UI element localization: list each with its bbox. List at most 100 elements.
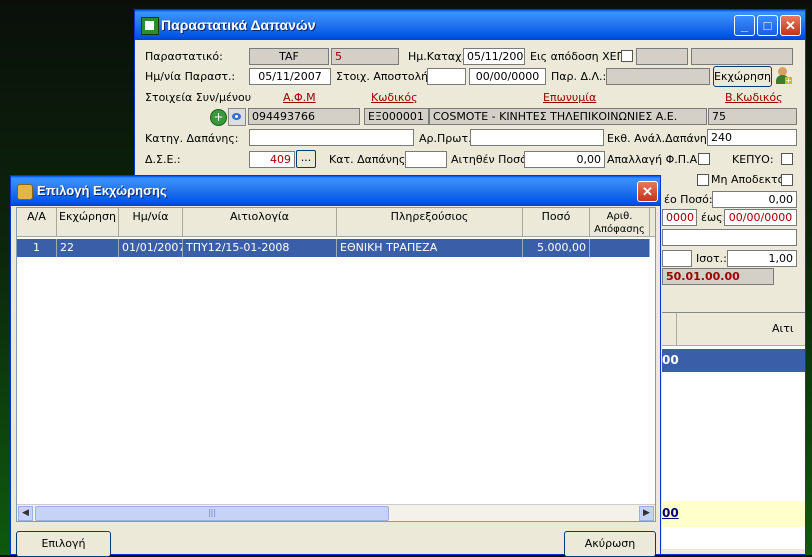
cell-date: 01/01/2007 — [119, 239, 183, 257]
hmkatax-field[interactable]: 05/11/2008 — [463, 48, 525, 65]
cell-ekxorisi: 22 — [57, 239, 119, 257]
cell-poso: 5.000,00 — [523, 239, 590, 257]
cancel-button[interactable]: Ακύρωση — [564, 531, 656, 557]
dialog-title: Επιλογή Εκχώρησης — [37, 183, 167, 198]
stoix-apostolis-date-field[interactable]: 00/00/0000 — [469, 68, 546, 85]
par-dl-field[interactable] — [606, 68, 710, 85]
add-supplier-icon[interactable]: + — [210, 109, 227, 126]
ekxorisi-button[interactable]: Εκχώρηση — [713, 66, 772, 87]
label-ekth-anal: Εκθ. Ανάλ.Δαπάνης: — [607, 132, 718, 145]
maximize-icon[interactable]: □ — [757, 15, 778, 36]
scroll-left-icon[interactable]: ◀ — [18, 506, 33, 521]
cancel-button-label: Ακύρωση — [584, 537, 636, 550]
lower-grid-row-value: 00 — [662, 353, 679, 367]
main-titlebar[interactable]: Παραστατικά Δαπανών _ □ ✕ — [135, 10, 805, 40]
ar-prot-field[interactable] — [470, 129, 604, 146]
cell-aa: 1 — [17, 239, 57, 257]
small-field[interactable] — [662, 250, 692, 267]
col-aitiologia-header[interactable]: Αιτιολογία — [183, 208, 337, 236]
label-eos: έως: — [701, 211, 727, 224]
katig-dapanis-field[interactable] — [249, 129, 414, 146]
lower-grid-footer: 00 — [662, 501, 805, 527]
col-arith-apofasis-header[interactable]: Αριθ. Απόφασης — [590, 208, 650, 236]
scroll-thumb[interactable]: ||| — [35, 506, 389, 521]
label-kat-dapanis: Κατ. Δαπάνης: — [329, 153, 410, 166]
user-add-icon[interactable]: + — [775, 67, 792, 85]
checkbox-extra[interactable] — [781, 174, 793, 186]
label-neo-poso: έο Ποσό: — [664, 193, 713, 206]
label-katig-dapanis: Κατηγ. Δαπάνης: — [145, 132, 239, 145]
label-parastatiko: Παραστατικό: — [145, 50, 223, 63]
label-eis-apodosi: Εις απόδοση ΧΕΠ — [530, 50, 625, 63]
col-date-header[interactable]: Ημ/νία — [119, 208, 183, 236]
apallagi-checkbox[interactable] — [698, 153, 710, 165]
select-button[interactable]: Επιλογή — [16, 531, 111, 557]
eis-apodosi-checkbox[interactable] — [621, 50, 633, 62]
lower-grid-header: Αιτι — [662, 313, 805, 346]
label-hmnia-parast: Ημ/νία Παραστ.: — [145, 70, 236, 83]
cell-aitiologia: ΤΠΥ12/15-01-2008 — [183, 239, 337, 257]
label-isot: Ισοτ.: — [696, 252, 727, 265]
neo-poso-field[interactable]: 0,00 — [712, 191, 797, 208]
afm-field[interactable]: 094493766 — [248, 108, 360, 125]
dialog-close-icon[interactable]: ✕ — [637, 181, 658, 202]
app-icon — [141, 17, 159, 35]
label-kepyo: ΚΕΠΥΟ: — [732, 153, 774, 166]
label-stoix-apostolis: Στοιχ. Αποστολής: — [336, 70, 439, 83]
eponymia-field[interactable]: COSMOTE - ΚΙΝΗΤΕΣ ΤΗΛΕΠΙΚΟΙΝΩΝΙΕΣ Α.Ε. — [429, 108, 707, 125]
label-aiti-truncated: Αιτι — [772, 322, 794, 335]
link-bkodikos[interactable]: Β.Κωδικός — [725, 91, 783, 104]
hmnia-parast-field[interactable]: 05/11/2007 — [249, 68, 331, 85]
isot-field[interactable]: 1,00 — [727, 250, 797, 267]
aitithen-field[interactable]: 0,00 — [524, 151, 605, 168]
main-window-title: Παραστατικά Δαπανών — [161, 17, 316, 33]
stoix-apostolis-field[interactable] — [427, 68, 466, 85]
kepyo-checkbox[interactable] — [781, 153, 793, 165]
lower-grid-footer-value: 00 — [662, 506, 679, 520]
col-aa-header[interactable]: Α/Α — [17, 208, 57, 236]
bkodikos-field[interactable]: 75 — [708, 108, 797, 125]
label-ar-prot: Αρ.Πρωτ.: — [419, 132, 476, 145]
xep-field-1[interactable] — [636, 48, 688, 65]
dialog-grid: Α/Α Εκχώρηση Ημ/νία Αιτιολογία Πληρεξούσ… — [16, 207, 656, 522]
ekxorisi-button-label: Εκχώρηση — [714, 70, 771, 83]
cell-plirexousios: ΕΘΝΙΚΗ ΤΡΑΠΕΖΑ — [337, 239, 523, 257]
label-mi-apodekto: Μη Αποδεκτό: — [711, 173, 789, 186]
lower-grid-selected-row[interactable]: 00 — [662, 349, 805, 372]
scroll-right-icon[interactable]: ▶ — [639, 506, 654, 521]
link-afm[interactable]: Α.Φ.Μ — [283, 91, 316, 104]
cell-arith-apofasis — [590, 239, 650, 257]
horizontal-scrollbar[interactable]: ◀ ||| ▶ — [17, 504, 655, 521]
mi-apodekto-checkbox[interactable] — [697, 174, 709, 186]
table-row[interactable]: 1 22 01/01/2007 ΤΠΥ12/15-01-2008 ΕΘΝΙΚΗ … — [17, 239, 650, 257]
dse-ellipsis-button[interactable]: ... — [296, 150, 316, 168]
col-ekxorisi-header[interactable]: Εκχώρηση — [57, 208, 119, 236]
extra-field[interactable] — [662, 229, 797, 246]
label-stoixeia-syn: Στοιχεία Συν/μένου — [145, 91, 252, 104]
dialog-titlebar[interactable]: Επιλογή Εκχώρησης ✕ — [11, 176, 660, 206]
link-eponymia[interactable]: Επωνυμία — [543, 91, 596, 104]
parastatiko-type-field[interactable]: TAF — [249, 48, 329, 65]
folder-icon — [17, 184, 33, 200]
col-plirexousios-header[interactable]: Πληρεξούσιος — [337, 208, 523, 236]
date-to-field[interactable]: 00/00/0000 — [724, 209, 797, 226]
xep-field-2[interactable] — [691, 48, 793, 65]
label-apallagi: Απαλλαγή Φ.Π.Α.: — [607, 153, 705, 166]
view-supplier-icon[interactable] — [228, 108, 246, 126]
parastatiko-number-field[interactable]: 5 — [331, 48, 399, 65]
account-code-field[interactable]: 50.01.00.00 — [662, 268, 774, 285]
select-button-label: Επιλογή — [41, 537, 86, 550]
col-poso-header[interactable]: Ποσό — [523, 208, 590, 236]
close-icon[interactable]: ✕ — [780, 15, 801, 36]
lower-grid: Αιτι 00 00 — [662, 312, 805, 549]
label-par-dl: Παρ. Δ.Λ.: — [551, 70, 607, 83]
kat-dapanis-field[interactable] — [405, 151, 447, 168]
ekth-anal-field[interactable]: 240 — [707, 129, 797, 146]
dse-field[interactable]: 409 — [249, 151, 295, 168]
kodikos-field[interactable]: ΕΞ000001 — [364, 108, 429, 125]
link-kodikos[interactable]: Κωδικός — [371, 91, 418, 104]
date-from-field[interactable]: 0000 — [662, 209, 697, 226]
minimize-icon[interactable]: _ — [734, 15, 755, 36]
label-hmkatax: Ημ.Καταχ.: — [408, 50, 469, 63]
grid-header: Α/Α Εκχώρηση Ημ/νία Αιτιολογία Πληρεξούσ… — [17, 208, 655, 237]
